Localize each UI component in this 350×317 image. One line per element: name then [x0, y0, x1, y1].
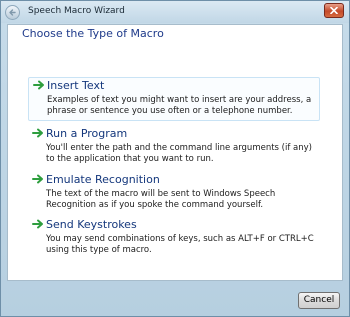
option-title: Send Keystrokes	[46, 218, 137, 231]
option-description: You may send combinations of keys, such …	[46, 234, 314, 255]
option-description: Examples of text you might want to inser…	[47, 95, 312, 116]
cancel-button[interactable]: Cancel	[298, 292, 340, 309]
green-arrow-icon	[32, 128, 43, 138]
option-emulate-recognition[interactable]: Emulate Recognition The text of the macr…	[28, 172, 320, 216]
option-description: The text of the macro will be sent to Wi…	[46, 189, 276, 210]
option-run-program[interactable]: Run a Program You'll enter the path and …	[28, 126, 320, 170]
green-arrow-icon	[32, 219, 43, 229]
option-description: You'll enter the path and the command li…	[46, 143, 312, 164]
green-arrow-icon	[32, 174, 43, 184]
option-title: Emulate Recognition	[46, 173, 160, 186]
option-title: Insert Text	[47, 79, 105, 92]
option-title: Run a Program	[46, 127, 128, 140]
close-icon	[330, 7, 338, 14]
green-arrow-icon	[33, 80, 44, 90]
option-send-keystrokes[interactable]: Send Keystrokes You may send combination…	[28, 217, 320, 261]
page-heading: Choose the Type of Macro	[22, 27, 164, 40]
back-arrow-icon[interactable]	[5, 5, 20, 20]
option-insert-text[interactable]: Insert Text Examples of text you might w…	[28, 77, 320, 121]
title-bar: Speech Macro Wizard	[1, 1, 349, 23]
close-button[interactable]	[324, 3, 344, 18]
window-title: Speech Macro Wizard	[28, 6, 125, 16]
